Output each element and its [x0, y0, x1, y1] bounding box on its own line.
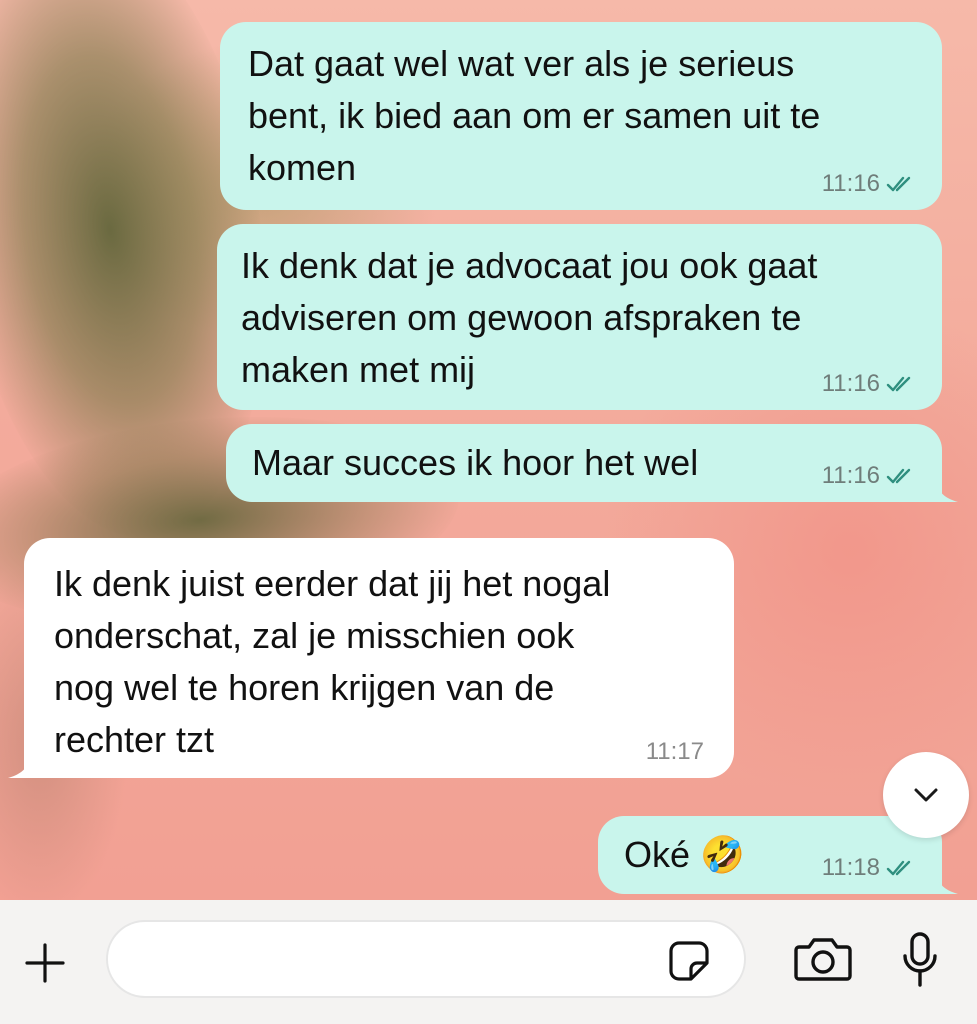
- message-bubble-outgoing[interactable]: Maar succes ik hoor het wel 11:16: [226, 424, 958, 502]
- read-ticks-icon: [886, 859, 916, 877]
- camera-button[interactable]: [792, 930, 854, 986]
- composer-bar: [0, 900, 977, 1024]
- message-text: Maar succes ik hoor het wel: [252, 442, 699, 483]
- sticker-button[interactable]: [664, 936, 714, 986]
- camera-icon: [794, 938, 852, 981]
- message-input[interactable]: [106, 920, 746, 998]
- message-meta: 11:18: [822, 854, 916, 882]
- message-bubble-outgoing[interactable]: Ik denk dat je advocaat jou ook gaat adv…: [217, 224, 942, 410]
- sticker-icon: [669, 941, 709, 981]
- message-bubble-incoming[interactable]: Ik denk juist eerder dat jij het nogal o…: [8, 538, 734, 778]
- attach-button[interactable]: [14, 932, 76, 994]
- microphone-icon: [903, 932, 937, 987]
- scroll-to-bottom-button[interactable]: [883, 752, 969, 838]
- message-text: Ik denk juist eerder dat jij het nogal o…: [54, 563, 611, 760]
- message-meta: 11:17: [646, 738, 704, 766]
- bubble-tail: [8, 754, 32, 778]
- bubble-tail: [934, 478, 958, 502]
- message-meta: 11:16: [822, 170, 916, 198]
- read-ticks-icon: [886, 467, 916, 485]
- message-time: 11:16: [821, 370, 880, 397]
- message-text: Ik denk dat je advocaat jou ook gaat adv…: [241, 245, 818, 390]
- read-ticks-icon: [886, 375, 916, 393]
- message-bubble-outgoing[interactable]: Dat gaat wel wat ver als je serieus bent…: [220, 22, 942, 210]
- message-meta: 11:16: [822, 370, 916, 398]
- message-time: 11:17: [645, 738, 704, 765]
- microphone-button[interactable]: [892, 928, 948, 992]
- message-text: Dat gaat wel wat ver als je serieus bent…: [248, 43, 821, 188]
- bubble-tail: [934, 870, 958, 894]
- chevron-down-icon: [914, 788, 938, 802]
- read-ticks-icon: [886, 175, 916, 193]
- message-meta: 11:16: [822, 462, 916, 490]
- message-time: 11:16: [821, 462, 880, 489]
- plus-icon: [25, 943, 65, 983]
- message-time: 11:18: [821, 854, 880, 881]
- message-bubble-outgoing[interactable]: Oké 🤣 11:18: [598, 816, 958, 894]
- message-time: 11:16: [821, 170, 880, 197]
